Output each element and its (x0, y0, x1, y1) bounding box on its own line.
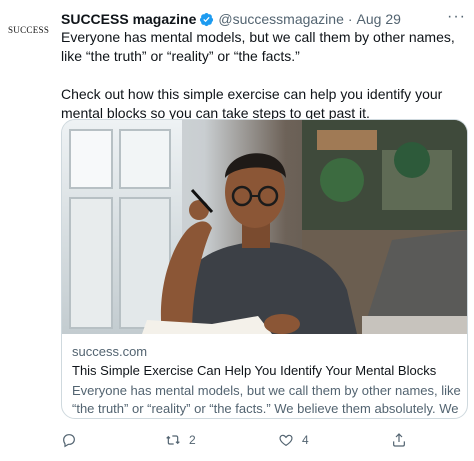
retweet-icon (166, 435, 180, 445)
heart-icon (279, 434, 293, 447)
avatar[interactable]: SUCCESS (8, 20, 52, 40)
retweet-count: 2 (189, 433, 196, 447)
link-card[interactable]: success.com This Simple Exercise Can Hel… (61, 119, 468, 419)
like-count: 4 (302, 433, 309, 447)
retweet-button[interactable]: 2 (165, 430, 196, 450)
card-domain: success.com (72, 344, 148, 359)
avatar-logo-text: SUCCESS (8, 25, 50, 35)
verified-badge-icon (200, 12, 214, 26)
reply-button[interactable] (61, 430, 77, 450)
tweet[interactable]: SUCCESS SUCCESS magazine @successmagazin… (0, 0, 474, 461)
separator-dot: · (347, 11, 353, 27)
card-description: Everyone has mental models, but we call … (72, 383, 461, 416)
tweet-timestamp[interactable]: Aug 29 (357, 11, 401, 27)
reply-icon (63, 434, 75, 448)
more-icon[interactable]: ··· (447, 9, 466, 25)
card-image (62, 120, 467, 334)
like-button[interactable]: 4 (278, 430, 309, 450)
card-title: This Simple Exercise Can Help You Identi… (72, 363, 437, 378)
share-button[interactable] (391, 430, 407, 450)
tweet-actions: 2 4 (61, 430, 468, 450)
tweet-paragraph-2: Check out how this simple exercise can h… (61, 86, 443, 121)
tweet-text: Everyone has mental models, but we call … (61, 28, 466, 123)
tweet-paragraph-1: Everyone has mental models, but we call … (61, 29, 455, 64)
author-name[interactable]: SUCCESS magazine (61, 11, 196, 27)
tweet-header: SUCCESS magazine @successmagazine · Aug … (61, 9, 401, 29)
share-icon (393, 433, 405, 447)
author-handle[interactable]: @successmagazine (218, 11, 344, 27)
